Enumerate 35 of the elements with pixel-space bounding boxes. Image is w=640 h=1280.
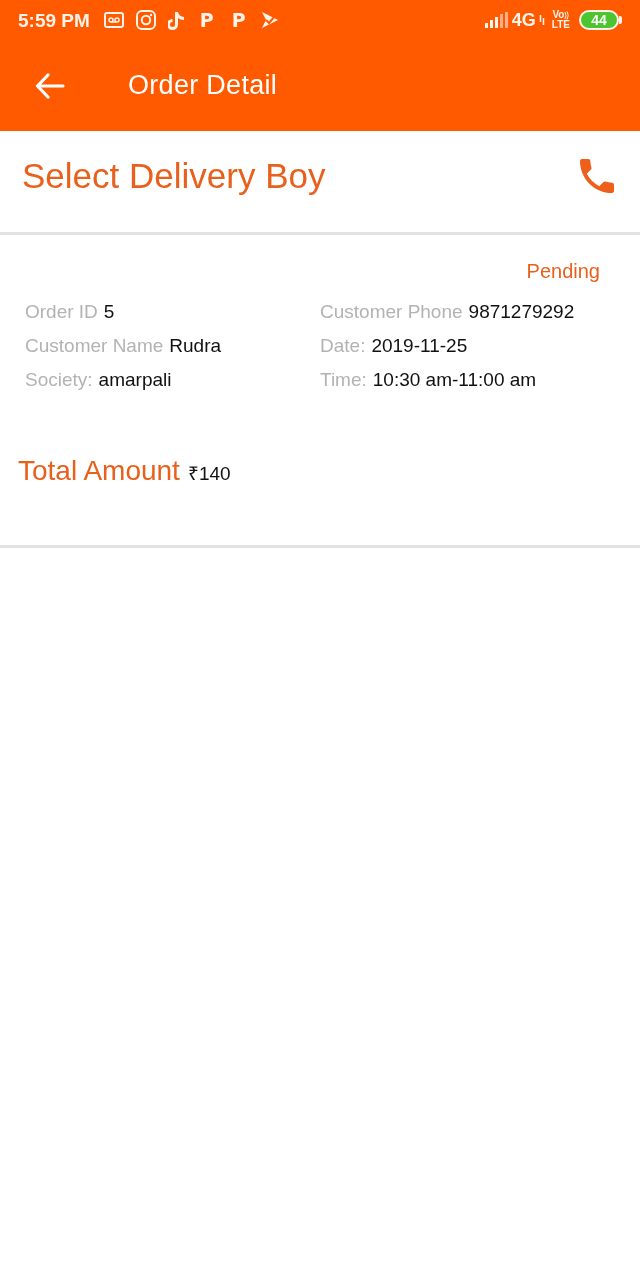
music-note-icon [167,10,185,30]
field-label: Customer Phone [320,301,463,323]
total-amount-label: Total Amount [18,455,180,487]
field-label: Society: [25,369,93,391]
p-letter-icon: P [196,10,217,30]
status-time: 5:59 PM [18,10,90,30]
field-value: 10:30 am-11:00 am [372,369,537,391]
select-delivery-boy-heading: Select Delivery Boy [22,155,326,196]
field-label: Date: [320,335,366,357]
data-arrows-icon [538,15,545,25]
waves-icon [564,10,570,20]
screen-title: Order Detail [128,70,278,101]
camera-icon [135,10,156,30]
call-button[interactable] [580,158,614,193]
total-amount-value: ₹140 [187,462,231,486]
signal-icon [484,12,509,28]
field-value: 9871279292 [468,301,575,323]
tape-icon [103,12,124,28]
field-value: Rudra [169,335,222,357]
back-arrow-icon [35,72,65,99]
lte-label: LTE [551,20,570,30]
field-value: 2019-11-25 [371,335,468,357]
field-label: Customer Name [25,335,164,357]
field-value: 5 [103,301,115,323]
field-label: Time: [320,369,367,391]
p-letter-icon: P [228,10,249,30]
phone-icon [580,158,614,193]
field-label: Order ID [25,301,98,323]
order-status: Pending [526,259,600,283]
field-value: amarpali [98,369,172,391]
network-type: 4G [511,11,536,29]
check-flag-icon [260,11,279,29]
battery-tip-icon [619,16,622,24]
battery-indicator: 44 [579,10,619,30]
volte-label: Vo [552,10,565,20]
